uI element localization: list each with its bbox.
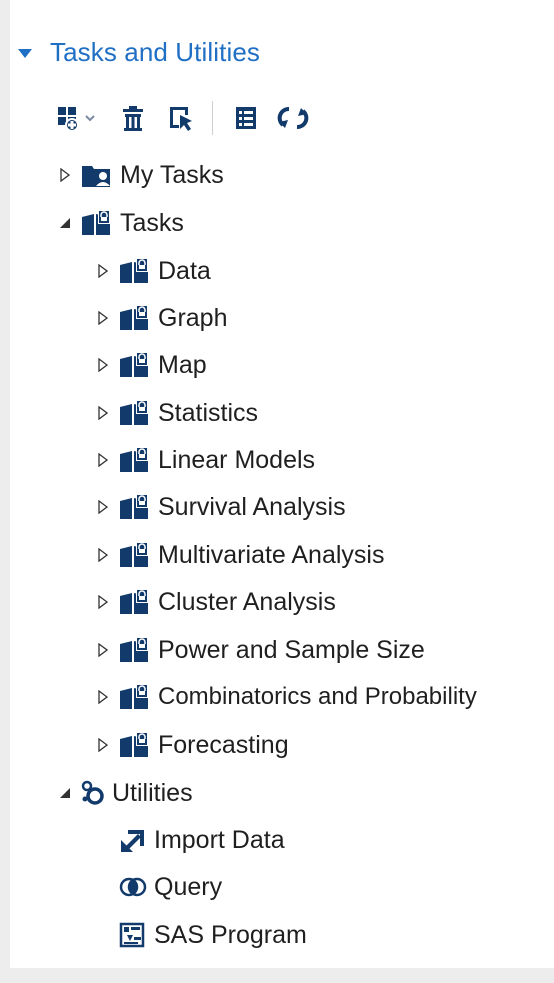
expand-arrow-icon[interactable]	[96, 453, 110, 467]
task-book-icon	[118, 636, 152, 664]
tree-item-label: Cluster Analysis	[158, 587, 336, 616]
tree-item-label: Graph	[158, 303, 228, 332]
delete-icon	[123, 106, 143, 131]
tree-item-label: Import Data	[154, 825, 285, 854]
tree-item-label: Statistics	[158, 398, 259, 427]
collapse-arrow-icon[interactable]	[58, 217, 72, 229]
panel-left-border	[0, 0, 10, 983]
tree-item-label: Map	[158, 350, 207, 379]
panel-title: Tasks and Utilities	[50, 36, 260, 67]
select-button[interactable]	[164, 100, 198, 136]
tree-item-statistics[interactable]: Statistics	[96, 391, 258, 435]
expand-arrow-icon[interactable]	[96, 311, 110, 325]
task-book-icon	[118, 257, 152, 285]
tree-item-utilities[interactable]: Utilities	[58, 771, 193, 815]
import-data-icon	[118, 826, 148, 854]
tree-item-data[interactable]: Data	[96, 249, 211, 293]
tree-item-label: My Tasks	[120, 160, 224, 189]
tasks-and-utilities-header[interactable]: Tasks and Utilities	[18, 34, 260, 70]
tree-item-forecasting[interactable]: Forecasting	[96, 723, 289, 767]
expand-arrow-icon[interactable]	[96, 500, 110, 514]
new-task-icon	[58, 107, 95, 132]
select-icon	[170, 107, 192, 131]
task-book-icon	[118, 399, 152, 427]
tree-item-label: Linear Models	[158, 445, 316, 474]
expand-arrow-icon[interactable]	[96, 643, 110, 657]
delete-button[interactable]	[116, 100, 150, 136]
tree-item-label: Combinatorics and Probability	[158, 683, 477, 710]
toolbar-separator	[212, 101, 213, 135]
expand-arrow-icon[interactable]	[96, 264, 110, 278]
tree-item-import-data[interactable]: Import Data	[118, 818, 285, 862]
task-book-icon	[118, 541, 152, 569]
tree-item-cluster-analysis[interactable]: Cluster Analysis	[96, 580, 336, 624]
expand-arrow-icon[interactable]	[96, 690, 110, 704]
tree-item-label: Data	[158, 256, 211, 285]
tree-item-multivariate-analysis[interactable]: Multivariate Analysis	[96, 533, 384, 577]
task-book-icon	[118, 351, 152, 379]
panel-bottom-border	[0, 968, 554, 983]
tree-item-survival-analysis[interactable]: Survival Analysis	[96, 485, 346, 529]
task-book-icon	[118, 588, 152, 616]
expand-arrow-icon[interactable]	[96, 358, 110, 372]
task-book-icon	[118, 304, 152, 332]
tree-item-my-tasks[interactable]: My Tasks	[58, 153, 224, 197]
tree-item-query[interactable]: Query	[118, 865, 222, 909]
tree-item-label: Multivariate Analysis	[158, 540, 385, 569]
task-book-icon	[80, 209, 114, 237]
tree-item-linear-models[interactable]: Linear Models	[96, 438, 315, 482]
task-book-icon	[118, 731, 152, 759]
tree-item-graph[interactable]: Graph	[96, 296, 227, 340]
tree-item-label: Query	[154, 872, 223, 901]
expand-arrow-icon[interactable]	[96, 406, 110, 420]
expand-arrow-icon[interactable]	[96, 595, 110, 609]
tree-item-label: SAS Program	[154, 920, 307, 949]
task-book-icon	[118, 683, 152, 711]
tree-item-power-and-sample-size[interactable]: Power and Sample Size	[96, 628, 425, 672]
expand-arrow-icon[interactable]	[96, 738, 110, 752]
tree-item-sas-program[interactable]: SAS Program	[118, 913, 307, 957]
tree-item-tasks[interactable]: Tasks	[58, 201, 184, 245]
tree-item-combinatorics-and-probability[interactable]: Combinatorics and Probability	[96, 675, 477, 719]
tree-item-label: Tasks	[120, 208, 184, 237]
task-book-icon	[118, 446, 152, 474]
sas-program-icon	[118, 921, 148, 949]
tree-item-label: Forecasting	[158, 730, 289, 759]
expand-arrow-icon[interactable]	[58, 168, 72, 182]
toolbar	[52, 98, 311, 138]
tree-item-label: Power and Sample Size	[158, 635, 425, 664]
tree-item-map[interactable]: Map	[96, 343, 207, 387]
expand-arrow-icon[interactable]	[96, 548, 110, 562]
refresh-icon	[277, 107, 309, 129]
list-view-icon	[236, 107, 256, 129]
collapse-arrow-icon[interactable]	[58, 787, 72, 799]
tree-item-label: Utilities	[112, 778, 193, 807]
refresh-button[interactable]	[275, 100, 311, 136]
task-book-icon	[118, 493, 152, 521]
user-folder-icon	[80, 161, 114, 189]
collapse-caret-icon[interactable]	[18, 48, 32, 58]
new-task-button[interactable]	[52, 100, 98, 136]
list-view-button[interactable]	[231, 100, 261, 136]
utilities-icon	[80, 779, 106, 807]
query-icon	[118, 873, 148, 901]
tree-item-label: Survival Analysis	[158, 492, 346, 521]
